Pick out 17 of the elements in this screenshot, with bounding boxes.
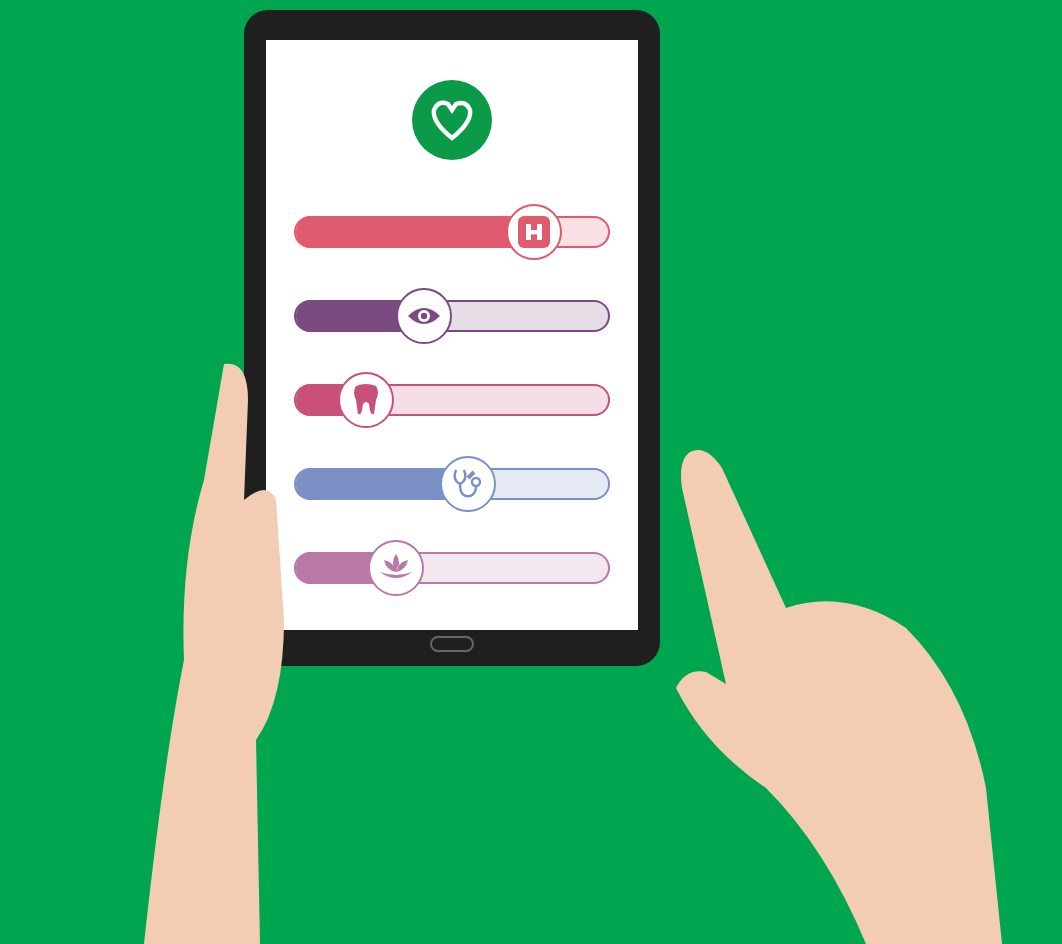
lotus-icon <box>377 552 414 584</box>
slider-thumb[interactable] <box>338 372 395 428</box>
slider-thumb[interactable] <box>439 456 496 512</box>
slider-thumb[interactable] <box>395 288 452 344</box>
slider-thumb[interactable] <box>367 540 424 596</box>
stethoscope-icon <box>449 466 486 502</box>
slider-thumb[interactable] <box>506 204 563 260</box>
slider[interactable] <box>294 456 610 512</box>
slider[interactable] <box>294 204 610 260</box>
eye-icon <box>405 304 442 328</box>
tooth-icon <box>352 384 381 416</box>
slider[interactable] <box>294 372 610 428</box>
heart-logo-icon <box>412 80 492 160</box>
home-button[interactable] <box>430 636 474 652</box>
hospital-sign-icon <box>518 216 551 248</box>
slider[interactable] <box>294 540 610 596</box>
slider[interactable] <box>294 288 610 344</box>
